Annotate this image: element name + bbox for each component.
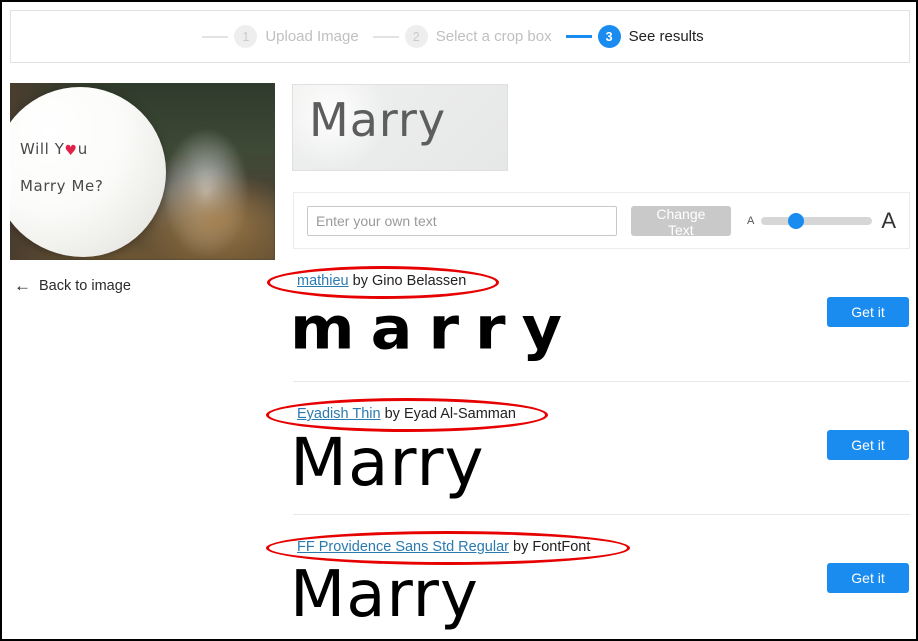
by-word-1: by	[352, 273, 368, 289]
balloon-text-will-you-b: u	[77, 140, 88, 158]
crop-preview-text: Marry	[309, 93, 447, 147]
font-size-slider[interactable]	[761, 212, 873, 229]
balloon-text-line-2: Marry Me?	[20, 177, 104, 195]
heart-icon: ♥	[64, 143, 78, 159]
balloon-text-will-you-a: Will Y	[20, 140, 65, 158]
back-to-image-link[interactable]: ← Back to image	[14, 277, 131, 294]
font-size-slider-thumb[interactable]	[787, 212, 804, 229]
get-it-button-3[interactable]: Get it	[827, 563, 909, 593]
arrow-left-icon: ←	[14, 276, 31, 295]
get-it-button-2[interactable]: Get it	[827, 430, 909, 460]
step-connector-line	[202, 35, 229, 38]
by-word-2: by	[384, 406, 400, 422]
row-divider-1	[293, 381, 910, 382]
custom-text-input[interactable]	[307, 205, 617, 236]
back-to-image-label: Back to image	[39, 277, 131, 294]
step-2-number: 2	[404, 25, 428, 48]
step-3-label: See results	[628, 28, 704, 45]
size-small-label: A	[746, 214, 755, 227]
stepper-track: 1 Upload Image 2 Select a crop box 3 See…	[202, 25, 717, 48]
step-2-select-crop-box[interactable]: 2 Select a crop box	[372, 25, 566, 48]
by-word-3: by	[513, 539, 529, 555]
font-name-link-1[interactable]: mathieu	[297, 273, 349, 289]
font-credit-2: Eyadish Thin by Eyad Al-Samman	[297, 406, 516, 422]
step-3-see-results[interactable]: 3 See results	[565, 25, 718, 48]
font-author-3: FontFont	[532, 539, 591, 555]
font-size-slider-group: A A	[746, 207, 896, 233]
font-credit-1: mathieu by Gino Belassen	[297, 273, 466, 289]
get-it-button-1[interactable]: Get it	[827, 297, 909, 327]
font-name-link-2[interactable]: Eyadish Thin	[297, 406, 381, 422]
row-divider-2	[293, 514, 910, 515]
crop-preview: Marry	[292, 84, 508, 171]
font-author-1: Gino Belassen	[371, 273, 467, 289]
step-1-upload-image[interactable]: 1 Upload Image	[202, 25, 372, 48]
step-1-number: 1	[234, 25, 258, 48]
step-connector-line-active	[565, 35, 592, 38]
font-sample-text-1: marry	[290, 293, 579, 363]
size-large-label: A	[881, 207, 896, 233]
progress-stepper: 1 Upload Image 2 Select a crop box 3 See…	[10, 10, 910, 63]
font-name-link-3[interactable]: FF Providence Sans Std Regular	[297, 539, 509, 555]
font-sample-text-2: Marry	[290, 424, 485, 501]
step-connector-line	[372, 35, 399, 38]
change-text-button[interactable]: Change Text	[630, 205, 731, 238]
text-controls-bar: Change Text A A	[293, 192, 910, 249]
source-image-thumbnail[interactable]: Will Y♥u Marry Me?	[10, 83, 275, 260]
page-root: 1 Upload Image 2 Select a crop box 3 See…	[0, 0, 918, 641]
font-credit-3: FF Providence Sans Std Regular by FontFo…	[297, 539, 590, 555]
font-sample-text-3: Marry	[290, 558, 479, 632]
step-3-number: 3	[597, 25, 621, 48]
step-2-label: Select a crop box	[435, 28, 552, 45]
balloon-text-line-1: Will Y♥u	[20, 140, 88, 159]
font-author-2: Eyad Al-Samman	[403, 406, 516, 422]
step-1-label: Upload Image	[265, 28, 359, 45]
